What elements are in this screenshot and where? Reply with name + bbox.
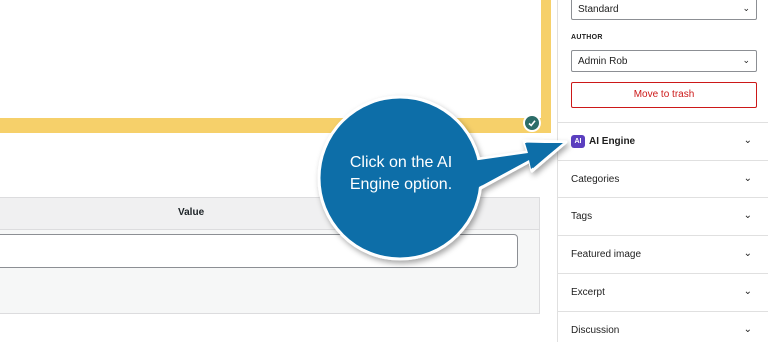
chevron-down-icon[interactable]: ⌄ bbox=[744, 173, 752, 184]
custom-fields-header: Value bbox=[0, 198, 539, 230]
chevron-down-icon[interactable]: ⌄ bbox=[744, 135, 752, 146]
author-value: Admin Rob bbox=[578, 56, 628, 67]
grammar-check-icon[interactable] bbox=[523, 114, 541, 132]
chevron-down-icon[interactable]: ⌄ bbox=[744, 210, 752, 221]
chevron-down-icon[interactable]: ⌄ bbox=[744, 324, 752, 335]
panel-categories[interactable]: Categories ⌄ bbox=[558, 160, 768, 197]
panel-featured-image[interactable]: Featured image ⌄ bbox=[558, 235, 768, 272]
panel-label: Tags bbox=[571, 211, 593, 222]
ai-engine-icon: AI bbox=[571, 135, 585, 148]
panel-label: Featured image bbox=[571, 249, 642, 260]
panel-label: Excerpt bbox=[571, 287, 605, 298]
panel-label: Categories bbox=[571, 174, 620, 185]
chevron-down-icon[interactable]: ⌄ bbox=[744, 248, 752, 259]
author-select[interactable]: Admin Rob ⌄ bbox=[571, 50, 757, 72]
author-label: AUTHOR bbox=[571, 34, 603, 41]
panel-discussion[interactable]: Discussion ⌄ bbox=[558, 311, 768, 342]
move-to-trash-button[interactable]: Move to trash bbox=[571, 82, 757, 108]
highlight-border-right bbox=[541, 0, 551, 133]
post-format-select[interactable]: Standard ⌄ bbox=[571, 0, 757, 20]
panel-excerpt[interactable]: Excerpt ⌄ bbox=[558, 273, 768, 310]
callout-text: Click on the AI Engine option. bbox=[349, 154, 453, 193]
chevron-down-icon[interactable]: ⌄ bbox=[744, 286, 752, 297]
chevron-down-icon: ⌄ bbox=[742, 55, 750, 65]
panel-label: Discussion bbox=[571, 325, 620, 336]
custom-fields-box: Value bbox=[0, 197, 540, 314]
panel-tags[interactable]: Tags ⌄ bbox=[558, 197, 768, 234]
value-column-header: Value bbox=[178, 207, 205, 218]
value-textarea[interactable] bbox=[0, 234, 518, 268]
chevron-down-icon: ⌄ bbox=[742, 3, 750, 13]
panel-label: AI Engine bbox=[589, 136, 636, 147]
panel-ai-engine[interactable]: AI AI Engine ⌄ bbox=[558, 122, 768, 159]
post-format-value: Standard bbox=[578, 4, 619, 15]
settings-sidebar: Standard ⌄ AUTHOR Admin Rob ⌄ Move to tr… bbox=[557, 0, 768, 342]
highlight-border-bottom bbox=[0, 118, 551, 133]
